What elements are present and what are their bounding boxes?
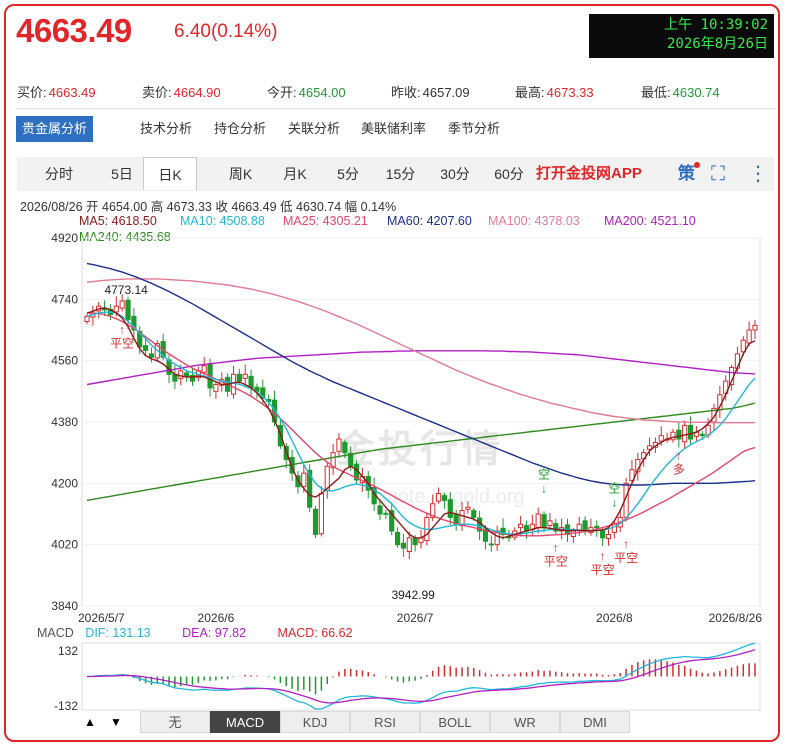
candle (330, 443, 336, 476)
macd-tick-label: 132 (58, 644, 78, 658)
y-tick-label: 4020 (51, 538, 78, 552)
x-tick-label: 2026/7 (397, 611, 434, 625)
candle (494, 525, 500, 551)
signal-arrow-down-icon: ↓ (541, 482, 547, 496)
macd-name: MACD (37, 626, 74, 640)
signal-arrow-down-icon: ↓ (611, 495, 617, 509)
candle (324, 461, 330, 499)
indicator-button[interactable]: MACD (210, 711, 280, 733)
candle (582, 516, 588, 536)
y-tick-label: 4740 (51, 292, 78, 306)
signal-arrow-up-icon: ↑ (676, 448, 682, 462)
y-tick-label: 4200 (51, 476, 78, 490)
macd-legend: MACD DIF: 131.13 DEA: 97.82 MACD: 66.62 (37, 626, 353, 640)
candle (676, 422, 682, 448)
trade-signal: 空↓ (608, 481, 620, 509)
signal-label: 平空 (614, 551, 638, 565)
signal-arrow-up-icon: ↑ (553, 540, 559, 554)
candle (547, 512, 553, 530)
candle (418, 530, 424, 549)
scroll-down-icon[interactable]: ▼ (106, 711, 126, 733)
candle (453, 509, 459, 531)
candle (600, 528, 606, 547)
candle (131, 308, 137, 339)
candle (687, 416, 694, 446)
y-tick-label: 3840 (51, 599, 78, 613)
candle (312, 506, 319, 539)
trade-signal: ↑平空 (614, 537, 638, 565)
signal-label: 空 (608, 481, 620, 495)
x-tick-label: 2026/5/7 (78, 611, 125, 625)
candle (670, 428, 676, 443)
macd-tick-label: -132 (54, 699, 78, 713)
price-annotation: 4773.14 (104, 283, 148, 297)
candle (535, 507, 541, 534)
candle (213, 381, 219, 399)
indicator-button[interactable]: KDJ (280, 711, 350, 733)
signal-arrow-up-icon: ↑ (623, 537, 629, 551)
macd-dea: DEA: 97.82 (182, 626, 247, 640)
candle (664, 432, 670, 443)
x-tick-label: 2026/8/26 (709, 611, 763, 625)
candle (394, 527, 401, 548)
candle (605, 527, 612, 546)
candle (248, 369, 254, 397)
indicator-button[interactable]: 无 (140, 711, 210, 733)
candle (693, 426, 700, 442)
price-annotation: 3942.99 (391, 588, 435, 602)
y-tick-label: 4380 (51, 415, 78, 429)
trade-signal: 空↓ (538, 468, 550, 496)
signal-arrow-up-icon: ↑ (119, 322, 125, 336)
signal-label: 平空 (110, 336, 134, 350)
ma200-line (86, 350, 756, 386)
indicator-button[interactable]: WR (490, 711, 560, 733)
watermark: 金投行情 (335, 427, 504, 471)
indicator-button[interactable]: DMI (560, 711, 630, 733)
candle (529, 514, 535, 537)
indicator-button[interactable]: BOLL (420, 711, 490, 733)
candle (400, 533, 407, 557)
signal-label: 多 (673, 462, 685, 476)
candle (500, 518, 506, 540)
candle (383, 509, 389, 520)
macd-dif: DIF: 131.13 (85, 626, 151, 640)
candle (717, 385, 723, 418)
scroll-up-icon[interactable]: ▲ (80, 711, 100, 733)
y-tick-label: 4920 (51, 231, 78, 245)
macd-value: MACD: 66.62 (277, 626, 353, 640)
candle (541, 511, 547, 533)
candle (752, 319, 758, 339)
y-tick-label: 4560 (51, 354, 78, 368)
indicator-button[interactable]: RSI (350, 711, 420, 733)
signal-label: 平空 (544, 554, 568, 568)
signal-arrow-up-icon: ↑ (600, 549, 606, 563)
candle (553, 518, 559, 534)
trade-signal: ↑多 (673, 448, 685, 476)
candle (488, 535, 494, 552)
x-tick-label: 2026/8 (596, 611, 633, 625)
candle (588, 518, 594, 536)
signal-label: 空 (538, 468, 550, 482)
candle (84, 313, 90, 325)
signal-label: 平空 (591, 563, 615, 577)
trade-signal: ↑平空 (591, 549, 615, 577)
x-tick-label: 2026/6 (198, 611, 235, 625)
